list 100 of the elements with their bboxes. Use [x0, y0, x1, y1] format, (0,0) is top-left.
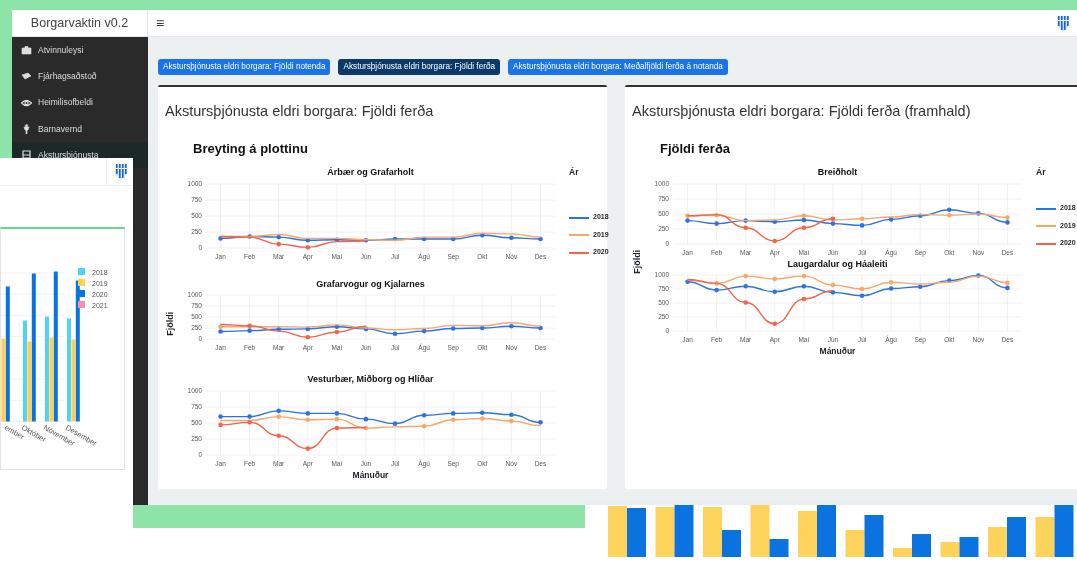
data-point	[276, 241, 281, 247]
legend-swatch	[1036, 225, 1056, 228]
legend-swatch	[569, 234, 589, 237]
data-point	[305, 326, 311, 332]
data-point	[743, 284, 748, 289]
legend-swatch	[1036, 207, 1056, 210]
chart-bar	[940, 542, 960, 557]
chart-bar	[627, 508, 646, 557]
chart-title: Laugardalur og Háaleiti	[786, 257, 889, 271]
sidebar-item[interactable]: Barnavernd	[12, 115, 148, 143]
chart-bar	[1054, 505, 1074, 557]
striped-shield-icon	[1057, 15, 1069, 32]
axis-title: Fjöldi	[631, 249, 644, 274]
data-point	[801, 284, 807, 289]
data-point	[888, 216, 894, 222]
data-point	[743, 273, 748, 279]
data-point	[801, 296, 807, 302]
tab-button[interactable]: Akstursþjónusta eldri borgara: Fjöldi ferða	[338, 59, 501, 75]
data-point	[714, 220, 719, 226]
chart-bar	[655, 507, 675, 557]
data-point	[421, 423, 427, 429]
data-point	[421, 328, 427, 334]
chart-bar	[1035, 517, 1055, 557]
data-point	[363, 326, 369, 332]
data-point	[917, 284, 923, 290]
data-point	[917, 213, 923, 218]
tab-button[interactable]: Akstursþjónusta eldri borgara: Fjöldi notenda	[158, 59, 331, 75]
axis-title: Fjöldi	[164, 311, 177, 336]
app-brand[interactable]: Borgarvaktin v0.2	[30, 13, 129, 33]
data-point	[538, 419, 543, 425]
axis-title: Mánuður	[818, 345, 857, 358]
data-point	[830, 282, 836, 288]
banknote-icon	[21, 71, 32, 82]
data-point	[538, 236, 543, 241]
data-point	[772, 321, 778, 327]
striped-shield-icon	[115, 163, 127, 180]
data-point	[392, 420, 398, 426]
chart-bar	[798, 511, 817, 557]
data-point	[772, 219, 778, 224]
chart-bar	[608, 506, 627, 557]
data-point	[247, 233, 252, 239]
chart-title: Breiðholt	[816, 166, 859, 180]
eye-icon	[21, 97, 32, 108]
axis-title: Mánuður	[351, 468, 390, 482]
data-point	[276, 327, 281, 332]
data-point	[218, 422, 223, 427]
data-point	[743, 225, 748, 230]
data-point	[450, 326, 456, 331]
chart-title: Fjöldi ferða	[660, 139, 732, 158]
data-point	[305, 445, 311, 451]
sidebar-item[interactable]: Atvinnuleysi	[12, 37, 148, 64]
data-point	[509, 235, 514, 240]
legend-title: Ár	[569, 166, 580, 179]
data-point	[363, 425, 369, 430]
data-point	[772, 276, 778, 282]
chart-bar	[674, 505, 694, 557]
data-point	[947, 278, 952, 283]
data-point	[218, 235, 223, 241]
data-point	[480, 232, 485, 238]
data-point	[772, 238, 778, 243]
data-point	[305, 335, 311, 340]
data-point	[421, 412, 427, 418]
data-point	[363, 237, 369, 243]
data-point	[685, 279, 690, 285]
chart-title: Árbær og Grafarholt	[326, 166, 415, 180]
bus-icon	[21, 150, 32, 161]
chart-title: Breyting á plottinu	[193, 139, 309, 158]
data-point	[830, 290, 836, 295]
data-point	[334, 425, 340, 430]
chart-title: Grafarvogur og Kjalarnes	[315, 277, 426, 291]
data-point	[976, 210, 981, 216]
data-point	[509, 324, 514, 329]
legend-swatch	[569, 251, 589, 254]
tab-button[interactable]: Akstursþjónusta eldri borgara: Meðalfjöldi ferða á notanda	[508, 59, 728, 75]
chart-bar	[1007, 517, 1026, 557]
legend-swatch	[569, 216, 589, 219]
data-point	[801, 225, 807, 230]
data-point	[421, 236, 427, 241]
chart-bar	[817, 505, 836, 557]
data-point	[363, 416, 369, 422]
panel-title: Akstursþjónusta eldri borgara: Fjöldi ferða (framhald)	[632, 101, 972, 121]
data-point	[743, 300, 748, 305]
data-point	[480, 325, 485, 331]
child-icon	[21, 124, 32, 135]
data-point	[276, 433, 281, 438]
legend-title: Ár	[1036, 166, 1047, 179]
briefcase-icon	[21, 45, 32, 56]
data-point	[743, 217, 748, 223]
sidebar-item[interactable]: Fjárhagsaðstoð	[12, 63, 148, 90]
data-point	[538, 325, 543, 331]
data-point	[218, 413, 223, 419]
data-point	[450, 236, 456, 241]
sidebar-item[interactable]: Heimilisofbeldi	[12, 89, 148, 116]
data-point	[334, 236, 340, 242]
chart-bar	[988, 527, 1007, 557]
data-point	[976, 273, 981, 278]
data-point	[276, 234, 281, 239]
data-point	[772, 289, 778, 295]
data-point	[392, 236, 398, 241]
menu-button[interactable]: ≡	[148, 16, 173, 30]
